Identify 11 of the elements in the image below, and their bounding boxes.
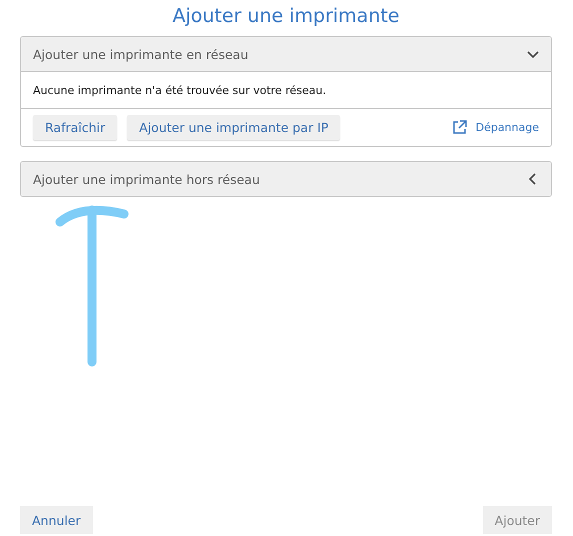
add-by-ip-button[interactable]: Ajouter une imprimante par IP bbox=[127, 115, 340, 140]
status-message: Aucune imprimante n'a été trouvée sur votre réseau. bbox=[33, 84, 326, 96]
troubleshoot-link[interactable]: Dépannage bbox=[452, 120, 539, 135]
section-title: Ajouter une imprimante en réseau bbox=[33, 46, 248, 62]
accordion-header[interactable]: Ajouter une imprimante en réseau bbox=[21, 37, 551, 71]
refresh-button[interactable]: Rafraîchir bbox=[33, 115, 118, 140]
dialog-title: Ajouter une imprimante bbox=[171, 4, 401, 29]
section-title: Ajouter une imprimante hors réseau bbox=[33, 172, 260, 186]
accordion-header[interactable]: Ajouter une imprimante hors réseau bbox=[21, 162, 551, 196]
external-link-icon bbox=[452, 120, 467, 135]
cancel-button[interactable]: Annuler bbox=[20, 506, 93, 534]
